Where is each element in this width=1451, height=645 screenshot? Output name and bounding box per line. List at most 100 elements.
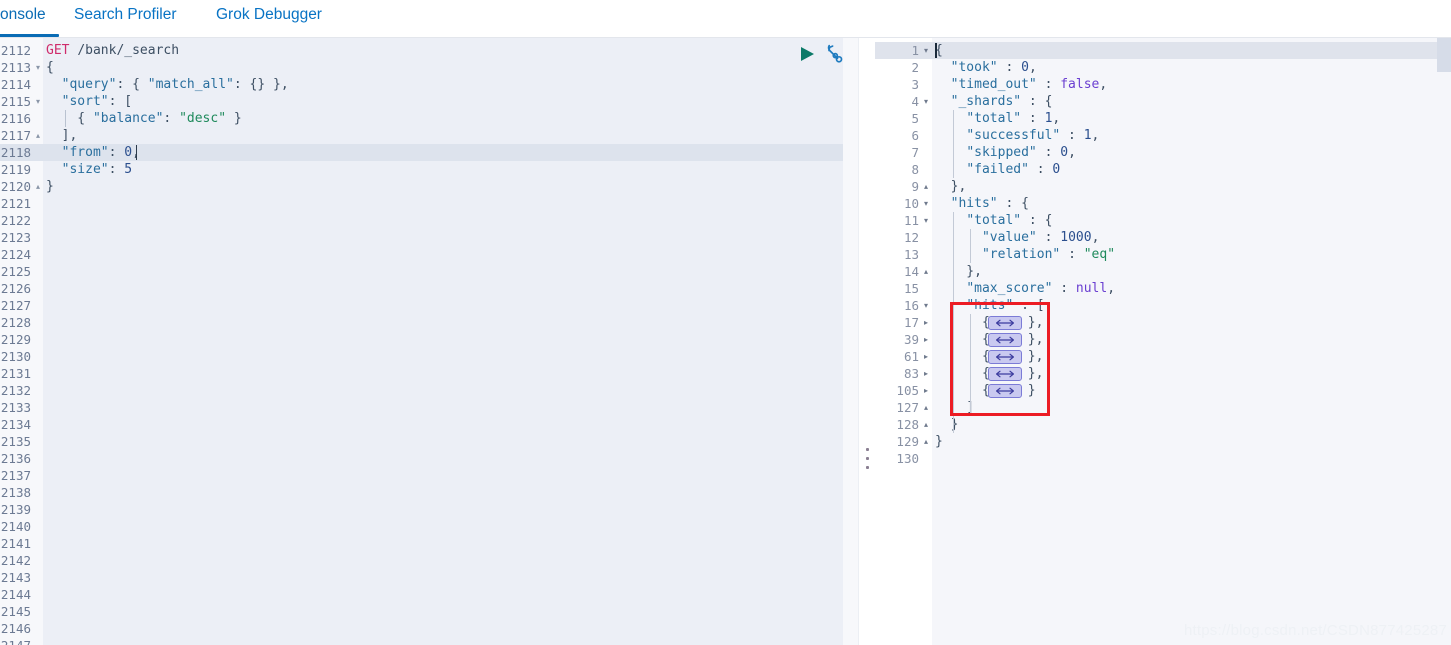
line-number: 15	[903, 281, 919, 296]
request-editor-content[interactable]: GET /bank/_search{ "query": { "match_all…	[43, 38, 843, 645]
collapsed-fold-widget[interactable]	[988, 316, 1022, 330]
code-token: "desc"	[179, 111, 227, 126]
code-line[interactable]: {	[43, 59, 54, 76]
panel-splitter[interactable]	[858, 38, 875, 645]
code-token: :	[1036, 145, 1061, 160]
code-line[interactable]: "from": 0,	[43, 144, 140, 161]
tab-active-underline	[0, 34, 59, 37]
fold-toggle-close-icon[interactable]: ▴	[921, 263, 931, 280]
code-line[interactable]: "failed" : 0	[932, 161, 1060, 178]
fold-toggle-close-icon[interactable]: ▴	[921, 433, 931, 450]
line-number: 2133	[0, 400, 31, 415]
code-token: "total"	[966, 111, 1022, 126]
code-line[interactable]: }	[43, 178, 54, 195]
code-token: null	[1075, 281, 1108, 296]
line-number: 2123	[0, 230, 31, 245]
code-token: "from"	[61, 145, 109, 160]
fold-toggle-collapsed-icon[interactable]: ▸	[921, 314, 931, 331]
fold-toggle-close-icon[interactable]: ▴	[921, 178, 931, 195]
fold-toggle-close-icon[interactable]: ▴	[33, 127, 43, 144]
splitter-grip-icon[interactable]	[865, 448, 870, 477]
request-editor-gutter[interactable]: 2112 2113 ▾ 2114 2115 ▾ 2116 2117 ▴ 2118 2119 2120 ▴…	[0, 38, 43, 645]
response-content[interactable]: { "took" : 0, "timed_out" : false, "_sha…	[932, 38, 1451, 645]
tab-grok-debugger[interactable]: Grok Debugger	[216, 0, 322, 37]
code-line[interactable]: "hits" : [	[932, 297, 1044, 314]
code-token: "query"	[61, 77, 117, 92]
line-number: 2120	[0, 179, 31, 194]
collapsed-fold-widget[interactable]	[988, 367, 1022, 381]
fold-toggle-open-icon[interactable]: ▾	[921, 297, 931, 314]
code-line[interactable]: }	[932, 416, 959, 433]
code-line[interactable]	[932, 450, 935, 467]
code-line[interactable]: { "balance": "desc" }	[43, 110, 241, 127]
code-token: :	[108, 162, 125, 177]
code-line[interactable]: {	[932, 42, 943, 59]
code-line[interactable]: GET /bank/_search	[43, 42, 179, 59]
fold-toggle-open-icon[interactable]: ▾	[33, 93, 43, 110]
tab-search-profiler[interactable]: Search Profiler	[74, 0, 177, 37]
request-editor-pane[interactable]: GET /bank/_search{ "query": { "match_all…	[0, 38, 858, 645]
code-line[interactable]: "_shards" : {	[932, 93, 1053, 110]
fold-toggle-collapsed-icon[interactable]: ▸	[921, 382, 931, 399]
code-line[interactable]: }	[932, 433, 943, 450]
code-line[interactable]: "query": { "match_all": {} },	[43, 76, 289, 93]
fold-toggle-open-icon[interactable]: ▾	[921, 195, 931, 212]
code-line[interactable]: "hits" : {	[932, 195, 1029, 212]
code-token: : {	[997, 196, 1029, 211]
code-line[interactable]: "sort": [	[43, 93, 132, 110]
line-number: 128	[896, 417, 919, 432]
wrench-icon[interactable]	[823, 43, 845, 65]
code-line[interactable]: "value" : 1000,	[932, 229, 1099, 246]
line-number: 2134	[0, 417, 31, 432]
code-line[interactable]: "total" : 1,	[932, 110, 1060, 127]
fold-toggle-close-icon[interactable]: ▴	[921, 416, 931, 433]
tab-console-label: onsole	[0, 6, 46, 23]
fold-toggle-collapsed-icon[interactable]: ▸	[921, 365, 931, 382]
code-line[interactable]: },	[932, 263, 982, 280]
response-viewer-pane[interactable]: { "took" : 0, "timed_out" : false, "_sha…	[875, 38, 1451, 645]
fold-toggle-open-icon[interactable]: ▾	[33, 59, 43, 76]
fold-toggle-close-icon[interactable]: ▴	[921, 399, 931, 416]
code-token: ,	[1107, 281, 1116, 296]
code-token: "successful"	[966, 128, 1061, 143]
line-number: 14	[903, 264, 919, 279]
fold-toggle-open-icon[interactable]: ▾	[921, 93, 931, 110]
code-token: "total"	[966, 213, 1022, 228]
code-line[interactable]: ],	[43, 127, 78, 144]
response-scrollbar-thumb[interactable]	[1437, 38, 1451, 72]
collapsed-fold-widget[interactable]	[988, 384, 1022, 398]
code-line[interactable]: "successful" : 1,	[932, 127, 1099, 144]
code-line[interactable]: "max_score" : null,	[932, 280, 1115, 297]
response-gutter[interactable]: 1 ▾ 2 3 4 ▾ 5 6 7 8 9 ▴ 10 ▾ 11 ▾ 12 13 14 ▴ 15 16 ▾ 17 ▸ 39 ▸ 61 ▸ 8…	[875, 38, 932, 645]
code-token: :	[1060, 128, 1084, 143]
request-editor-right-strip	[843, 38, 858, 645]
fold-toggle-collapsed-icon[interactable]: ▸	[921, 348, 931, 365]
grip-dot	[866, 448, 869, 451]
code-line[interactable]: "size": 5	[43, 161, 132, 178]
collapsed-fold-widget[interactable]	[988, 333, 1022, 347]
code-line[interactable]: },	[932, 178, 967, 195]
code-line[interactable]: "relation" : "eq"	[932, 246, 1115, 263]
code-line[interactable]: "timed_out" : false,	[932, 76, 1108, 93]
code-line[interactable]: "total" : {	[932, 212, 1052, 229]
tab-console[interactable]: onsole	[0, 0, 59, 37]
collapsed-fold-widget[interactable]	[988, 350, 1022, 364]
fold-toggle-open-icon[interactable]: ▾	[921, 42, 931, 59]
line-number: 2113	[0, 60, 31, 75]
fold-toggle-open-icon[interactable]: ▾	[921, 212, 931, 229]
code-line[interactable]: "took" : 0,	[932, 59, 1037, 76]
line-number: 61	[903, 349, 919, 364]
code-token: :	[1021, 111, 1045, 126]
code-token: }	[935, 417, 959, 432]
code-token: "hits"	[950, 196, 998, 211]
fold-toggle-collapsed-icon[interactable]: ▸	[921, 331, 931, 348]
line-number: 2119	[0, 162, 31, 177]
fold-toggle-close-icon[interactable]: ▴	[33, 178, 43, 195]
code-token: "hits"	[966, 298, 1014, 313]
text-caret	[935, 43, 937, 58]
play-icon[interactable]	[797, 44, 817, 64]
